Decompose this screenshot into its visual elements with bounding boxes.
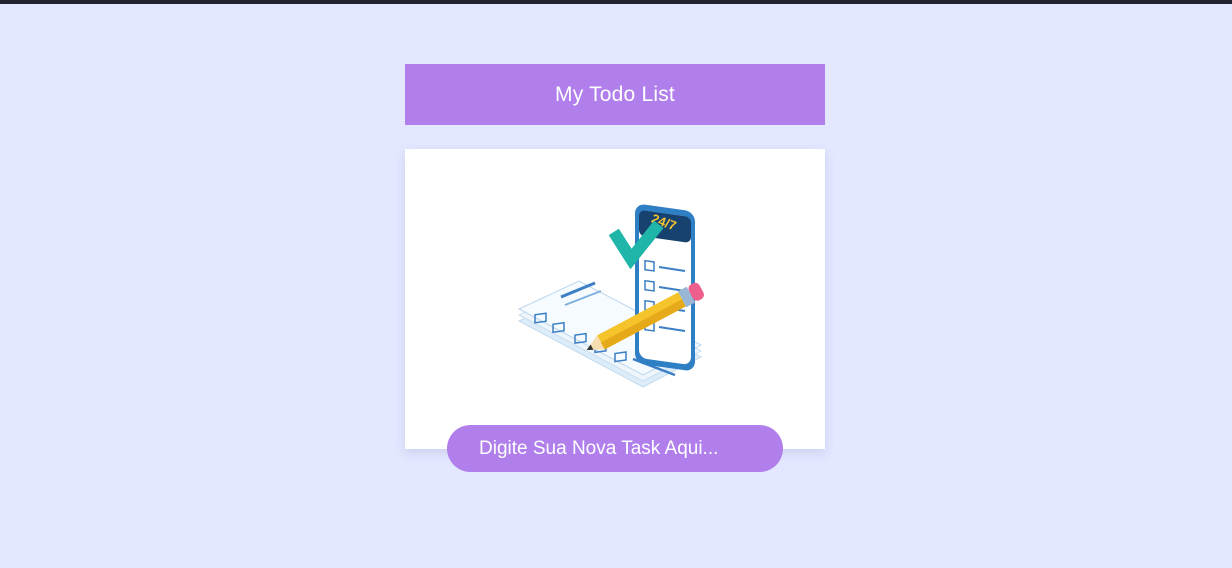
top-bar	[0, 0, 1232, 4]
new-task-input[interactable]	[447, 425, 783, 472]
illustration-card: 24/7	[405, 149, 825, 449]
todo-checklist-illustration-icon: 24/7	[517, 204, 704, 388]
header: My Todo List	[405, 64, 825, 125]
page-title: My Todo List	[555, 82, 675, 106]
